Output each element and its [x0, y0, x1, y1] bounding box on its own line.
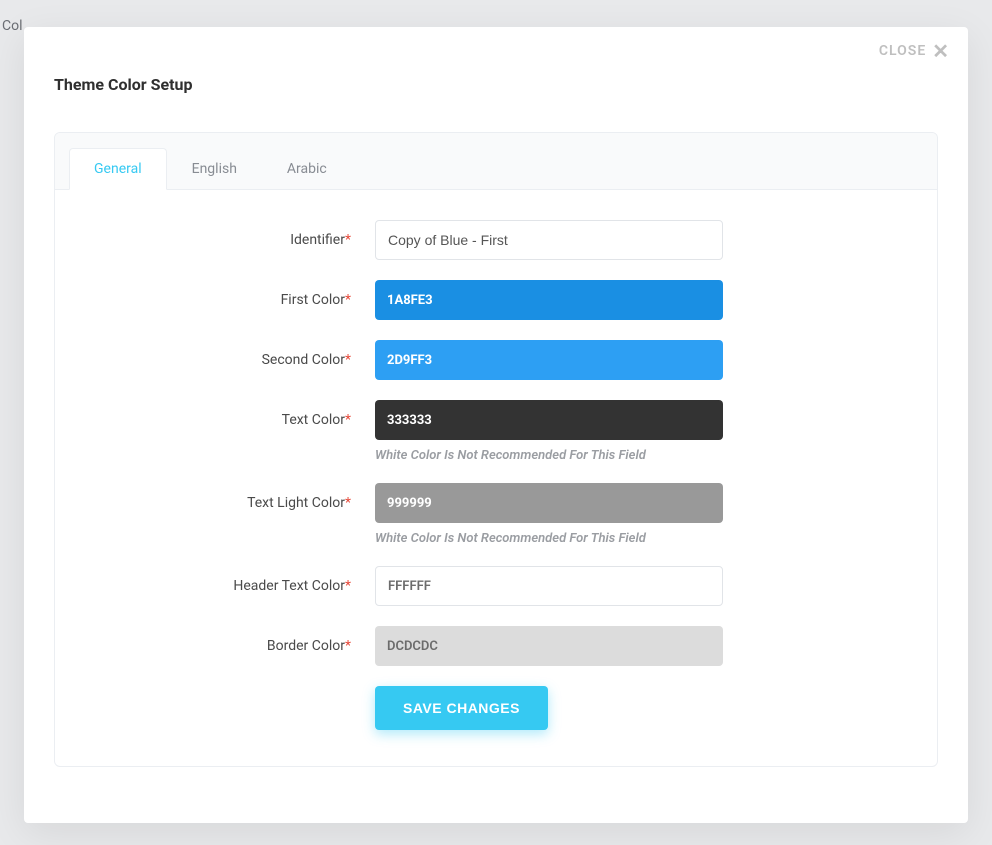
save-label: SAVE CHANGES [403, 700, 520, 716]
label-header-text-color: Header Text Color* [95, 578, 375, 594]
row-identifier: Identifier* [95, 220, 897, 260]
close-button[interactable]: CLOSE ✕ [879, 41, 950, 61]
color-value: DCDCDC [387, 639, 438, 654]
required-mark: * [345, 495, 351, 511]
row-header-text-color: Header Text Color* FFFFFF [95, 566, 897, 606]
modal-title: Theme Color Setup [24, 65, 968, 114]
tab-arabic[interactable]: Arabic [262, 148, 352, 190]
color-value: FFFFFF [388, 579, 431, 594]
text-light-color-picker[interactable]: 999999 [375, 483, 723, 523]
form-card: General English Arabic Identifier* [54, 132, 938, 767]
header-text-color-picker[interactable]: FFFFFF [375, 566, 723, 606]
identifier-input[interactable] [375, 220, 723, 260]
form-area: Identifier* First Color* 1A8FE3 [55, 190, 937, 766]
label-first-color: First Color* [95, 292, 375, 308]
required-mark: * [345, 578, 351, 594]
required-mark: * [345, 352, 351, 368]
row-second-color: Second Color* 2D9FF3 [95, 340, 897, 380]
close-label: CLOSE [879, 43, 926, 59]
text-color-hint: White Color Is Not Recommended For This … [375, 448, 723, 463]
row-text-color: Text Color* 333333 [95, 400, 897, 440]
label-text-light-color: Text Light Color* [95, 495, 375, 511]
color-value: 333333 [387, 413, 432, 428]
border-color-picker[interactable]: DCDCDC [375, 626, 723, 666]
tab-english[interactable]: English [167, 148, 262, 190]
required-mark: * [345, 292, 351, 308]
color-value: 999999 [387, 496, 432, 511]
tabs-bar: General English Arabic [55, 133, 937, 190]
tab-label: General [94, 161, 142, 177]
label-identifier: Identifier* [95, 232, 375, 248]
label-border-color: Border Color* [95, 638, 375, 654]
first-color-picker[interactable]: 1A8FE3 [375, 280, 723, 320]
theme-color-modal: CLOSE ✕ Theme Color Setup General Englis… [24, 27, 968, 823]
modal-header-row: CLOSE ✕ [24, 27, 968, 65]
submit-row: SAVE CHANGES [375, 686, 897, 730]
row-border-color: Border Color* DCDCDC [95, 626, 897, 666]
row-first-color: First Color* 1A8FE3 [95, 280, 897, 320]
second-color-picker[interactable]: 2D9FF3 [375, 340, 723, 380]
label-text-color: Text Color* [95, 412, 375, 428]
text-color-picker[interactable]: 333333 [375, 400, 723, 440]
required-mark: * [345, 412, 351, 428]
label-second-color: Second Color* [95, 352, 375, 368]
color-value: 1A8FE3 [387, 293, 433, 308]
tab-label: Arabic [287, 161, 327, 177]
row-text-light-color: Text Light Color* 999999 [95, 483, 897, 523]
required-mark: * [345, 638, 351, 654]
color-value: 2D9FF3 [387, 353, 432, 368]
save-button[interactable]: SAVE CHANGES [375, 686, 548, 730]
close-icon: ✕ [932, 41, 950, 61]
background-text: Col [2, 18, 23, 34]
required-mark: * [345, 232, 351, 248]
tab-general[interactable]: General [69, 148, 167, 190]
tab-label: English [192, 161, 237, 177]
text-light-color-hint: White Color Is Not Recommended For This … [375, 531, 723, 546]
